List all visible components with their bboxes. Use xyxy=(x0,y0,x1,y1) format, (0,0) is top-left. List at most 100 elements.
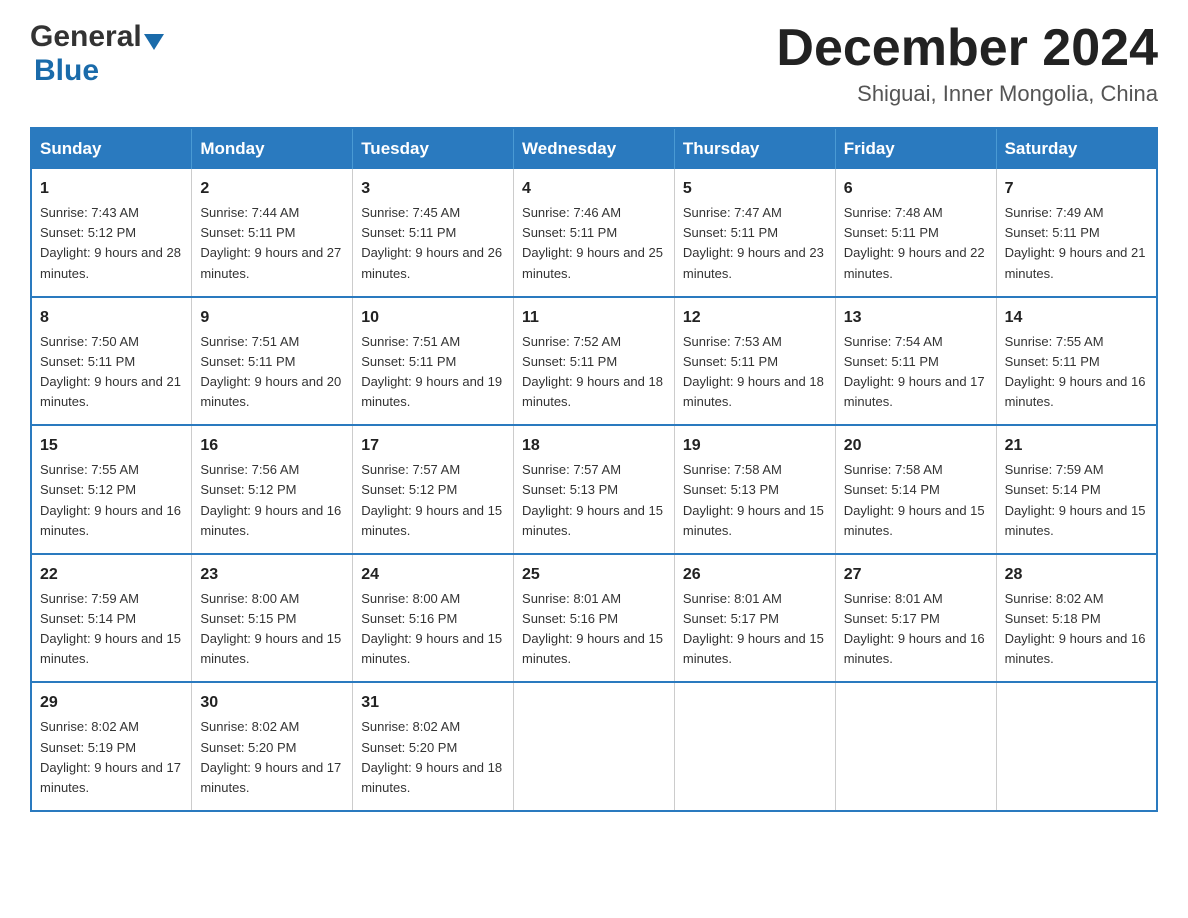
week-row-4: 22Sunrise: 7:59 AMSunset: 5:14 PMDayligh… xyxy=(31,554,1157,683)
day-cell: 28 Sunrise: 8:02 AMSunset: 5:18 PMDayligh… xyxy=(996,554,1157,683)
day-cell: 4Sunrise: 7:46 AMSunset: 5:11 PMDaylight… xyxy=(514,169,675,297)
day-number: 10 xyxy=(361,306,505,330)
day-number: 28 xyxy=(1005,563,1148,587)
day-cell: 2 Sunrise: 7:44 AMSunset: 5:11 PMDaylight… xyxy=(192,169,353,297)
day-number: 24 xyxy=(361,563,505,587)
week-row-5: 29 Sunrise: 8:02 AMSunset: 5:19 PMDayligh… xyxy=(31,682,1157,811)
calendar-title: December 2024 xyxy=(776,20,1158,77)
day-cell xyxy=(674,682,835,811)
day-cell: 6 Sunrise: 7:48 AMSunset: 5:11 PMDaylight… xyxy=(835,169,996,297)
day-info: Sunrise: 8:02 AMSunset: 5:20 PMDaylight:… xyxy=(361,719,502,794)
day-cell: 26 Sunrise: 8:01 AMSunset: 5:17 PMDayligh… xyxy=(674,554,835,683)
day-info: Sunrise: 8:01 AMSunset: 5:16 PMDaylight:… xyxy=(522,591,663,666)
day-info: Sunrise: 7:49 AMSunset: 5:11 PMDaylight:… xyxy=(1005,205,1146,280)
day-info: Sunrise: 7:57 AMSunset: 5:12 PMDaylight:… xyxy=(361,462,502,537)
day-info: Sunrise: 7:59 AMSunset: 5:14 PMDaylight:… xyxy=(40,591,181,666)
day-cell: 24 Sunrise: 8:00 AMSunset: 5:16 PMDayligh… xyxy=(353,554,514,683)
day-cell: 1 Sunrise: 7:43 AMSunset: 5:12 PMDaylight… xyxy=(31,169,192,297)
day-cell: 5Sunrise: 7:47 AMSunset: 5:11 PMDaylight… xyxy=(674,169,835,297)
day-info: Sunrise: 7:48 AMSunset: 5:11 PMDaylight:… xyxy=(844,205,985,280)
day-info: Sunrise: 7:51 AMSunset: 5:11 PMDaylight:… xyxy=(200,334,341,409)
day-info: Sunrise: 7:43 AMSunset: 5:12 PMDaylight:… xyxy=(40,205,181,280)
day-info: Sunrise: 7:55 AMSunset: 5:11 PMDaylight:… xyxy=(1005,334,1146,409)
day-number: 19 xyxy=(683,434,827,458)
day-number: 16 xyxy=(200,434,344,458)
day-number: 8 xyxy=(40,306,183,330)
day-info: Sunrise: 7:57 AMSunset: 5:13 PMDaylight:… xyxy=(522,462,663,537)
day-cell: 23 Sunrise: 8:00 AMSunset: 5:15 PMDayligh… xyxy=(192,554,353,683)
day-number: 25 xyxy=(522,563,666,587)
day-number: 3 xyxy=(361,177,505,201)
day-info: Sunrise: 8:02 AMSunset: 5:18 PMDaylight:… xyxy=(1005,591,1146,666)
day-number: 14 xyxy=(1005,306,1148,330)
header-wednesday: Wednesday xyxy=(514,128,675,169)
calendar-table: SundayMondayTuesdayWednesdayThursdayFrid… xyxy=(30,127,1158,812)
day-info: Sunrise: 8:01 AMSunset: 5:17 PMDaylight:… xyxy=(844,591,985,666)
day-cell: 19 Sunrise: 7:58 AMSunset: 5:13 PMDayligh… xyxy=(674,425,835,554)
day-cell: 27 Sunrise: 8:01 AMSunset: 5:17 PMDayligh… xyxy=(835,554,996,683)
week-row-3: 15 Sunrise: 7:55 AMSunset: 5:12 PMDayligh… xyxy=(31,425,1157,554)
day-cell: 7Sunrise: 7:49 AMSunset: 5:11 PMDaylight… xyxy=(996,169,1157,297)
day-number: 6 xyxy=(844,177,988,201)
day-number: 20 xyxy=(844,434,988,458)
day-cell xyxy=(996,682,1157,811)
day-info: Sunrise: 7:51 AMSunset: 5:11 PMDaylight:… xyxy=(361,334,502,409)
day-cell: 25 Sunrise: 8:01 AMSunset: 5:16 PMDayligh… xyxy=(514,554,675,683)
day-cell: 17 Sunrise: 7:57 AMSunset: 5:12 PMDayligh… xyxy=(353,425,514,554)
day-cell: 22Sunrise: 7:59 AMSunset: 5:14 PMDayligh… xyxy=(31,554,192,683)
day-info: Sunrise: 8:01 AMSunset: 5:17 PMDaylight:… xyxy=(683,591,824,666)
header-monday: Monday xyxy=(192,128,353,169)
day-number: 9 xyxy=(200,306,344,330)
day-info: Sunrise: 7:56 AMSunset: 5:12 PMDaylight:… xyxy=(200,462,341,537)
day-info: Sunrise: 8:00 AMSunset: 5:16 PMDaylight:… xyxy=(361,591,502,666)
day-cell xyxy=(835,682,996,811)
day-info: Sunrise: 7:53 AMSunset: 5:11 PMDaylight:… xyxy=(683,334,824,409)
week-row-1: 1 Sunrise: 7:43 AMSunset: 5:12 PMDaylight… xyxy=(31,169,1157,297)
day-number: 29 xyxy=(40,691,183,715)
day-cell: 18Sunrise: 7:57 AMSunset: 5:13 PMDayligh… xyxy=(514,425,675,554)
day-cell: 21Sunrise: 7:59 AMSunset: 5:14 PMDayligh… xyxy=(996,425,1157,554)
day-info: Sunrise: 7:44 AMSunset: 5:11 PMDaylight:… xyxy=(200,205,341,280)
calendar-subtitle: Shiguai, Inner Mongolia, China xyxy=(776,81,1158,107)
day-cell: 29 Sunrise: 8:02 AMSunset: 5:19 PMDayligh… xyxy=(31,682,192,811)
day-info: Sunrise: 7:55 AMSunset: 5:12 PMDaylight:… xyxy=(40,462,181,537)
day-number: 11 xyxy=(522,306,666,330)
day-info: Sunrise: 8:00 AMSunset: 5:15 PMDaylight:… xyxy=(200,591,341,666)
day-info: Sunrise: 7:54 AMSunset: 5:11 PMDaylight:… xyxy=(844,334,985,409)
header-tuesday: Tuesday xyxy=(353,128,514,169)
day-number: 30 xyxy=(200,691,344,715)
day-number: 23 xyxy=(200,563,344,587)
day-cell: 30Sunrise: 8:02 AMSunset: 5:20 PMDayligh… xyxy=(192,682,353,811)
day-number: 15 xyxy=(40,434,183,458)
day-number: 31 xyxy=(361,691,505,715)
day-info: Sunrise: 7:58 AMSunset: 5:13 PMDaylight:… xyxy=(683,462,824,537)
day-info: Sunrise: 8:02 AMSunset: 5:19 PMDaylight:… xyxy=(40,719,181,794)
day-info: Sunrise: 7:58 AMSunset: 5:14 PMDaylight:… xyxy=(844,462,985,537)
day-number: 27 xyxy=(844,563,988,587)
week-row-2: 8 Sunrise: 7:50 AMSunset: 5:11 PMDaylight… xyxy=(31,297,1157,426)
day-number: 21 xyxy=(1005,434,1148,458)
day-cell: 15 Sunrise: 7:55 AMSunset: 5:12 PMDayligh… xyxy=(31,425,192,554)
day-cell: 13Sunrise: 7:54 AMSunset: 5:11 PMDayligh… xyxy=(835,297,996,426)
logo-triangle-icon xyxy=(144,34,164,50)
day-cell: 20 Sunrise: 7:58 AMSunset: 5:14 PMDayligh… xyxy=(835,425,996,554)
day-cell: 31 Sunrise: 8:02 AMSunset: 5:20 PMDayligh… xyxy=(353,682,514,811)
day-number: 4 xyxy=(522,177,666,201)
day-cell: 14 Sunrise: 7:55 AMSunset: 5:11 PMDayligh… xyxy=(996,297,1157,426)
header-thursday: Thursday xyxy=(674,128,835,169)
page-header: General Blue December 2024 Shiguai, Inne… xyxy=(30,20,1158,107)
header-saturday: Saturday xyxy=(996,128,1157,169)
day-number: 26 xyxy=(683,563,827,587)
calendar-header-row: SundayMondayTuesdayWednesdayThursdayFrid… xyxy=(31,128,1157,169)
day-cell: 16 Sunrise: 7:56 AMSunset: 5:12 PMDayligh… xyxy=(192,425,353,554)
day-info: Sunrise: 7:50 AMSunset: 5:11 PMDaylight:… xyxy=(40,334,181,409)
logo-blue: Blue xyxy=(34,54,99,88)
day-number: 1 xyxy=(40,177,183,201)
day-number: 2 xyxy=(200,177,344,201)
title-area: December 2024 Shiguai, Inner Mongolia, C… xyxy=(776,20,1158,107)
day-number: 17 xyxy=(361,434,505,458)
day-number: 12 xyxy=(683,306,827,330)
day-cell: 10 Sunrise: 7:51 AMSunset: 5:11 PMDayligh… xyxy=(353,297,514,426)
day-cell: 8 Sunrise: 7:50 AMSunset: 5:11 PMDaylight… xyxy=(31,297,192,426)
day-cell xyxy=(514,682,675,811)
